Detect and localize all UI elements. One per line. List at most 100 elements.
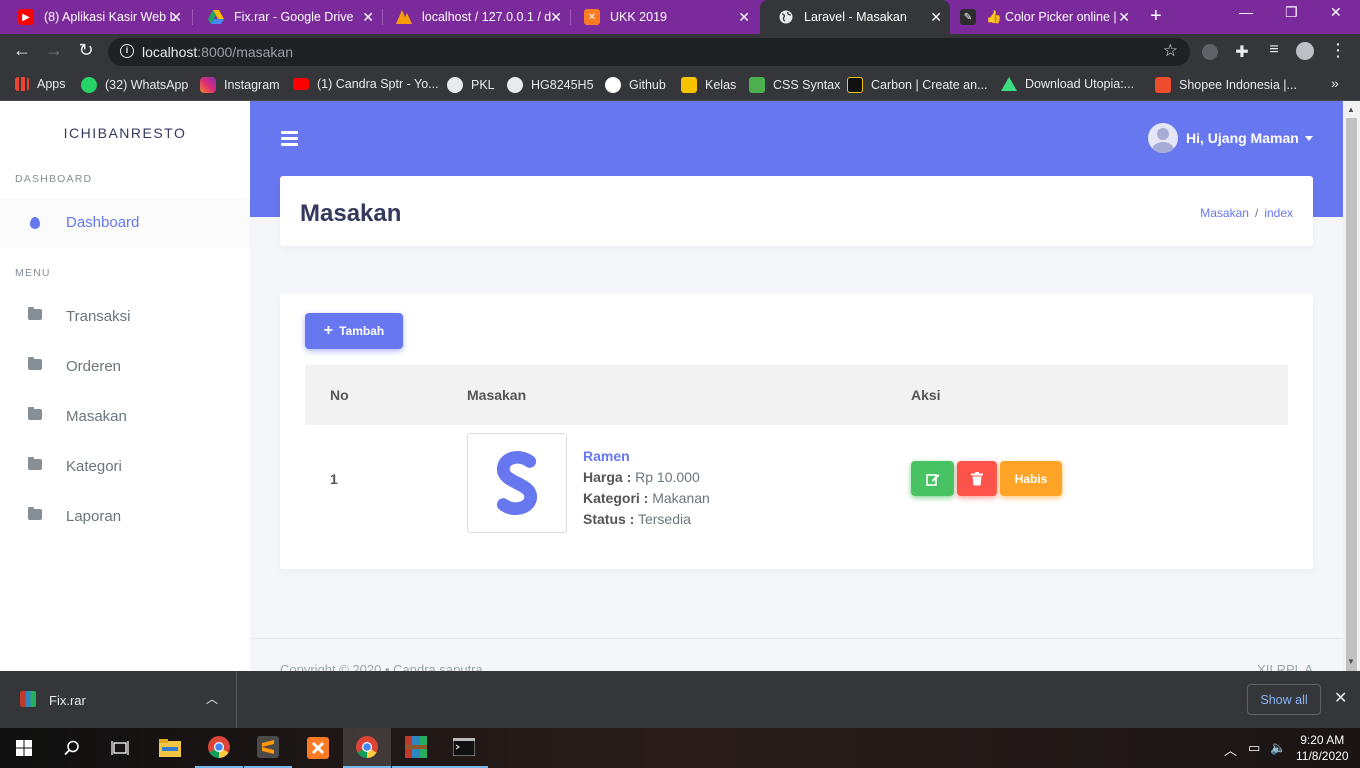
tab-google-drive[interactable]: Fix.rar - Google Drive ✕ <box>190 0 382 34</box>
tab-phpmyadmin[interactable]: localhost / 127.0.0.1 / d ✕ <box>378 0 570 34</box>
carbon-icon <box>847 77 863 93</box>
tray-overflow-icon[interactable]: ︿ <box>1224 740 1237 759</box>
reading-list-icon[interactable]: ≡ <box>1262 41 1286 59</box>
close-icon[interactable]: ✕ <box>362 9 374 26</box>
footer-copyright: Copyright © 2020 • Candra saputra <box>280 662 483 671</box>
edit-button[interactable] <box>911 461 954 496</box>
chevron-up-icon[interactable]: ︿ <box>206 690 218 707</box>
sublime-text-icon[interactable] <box>244 728 292 768</box>
forward-button[interactable]: → <box>42 40 66 61</box>
page-scrollbar[interactable]: ▲ ▼ <box>1343 101 1360 722</box>
bookmark-kelas[interactable]: Kelas <box>681 77 736 93</box>
winrar-file-icon <box>20 691 36 707</box>
folder-icon <box>28 407 42 420</box>
bookmark-css-syntax[interactable]: CSS Syntax <box>749 77 840 93</box>
network-icon[interactable]: ▭ <box>1248 740 1260 756</box>
bookmark-label: Download Utopia:... <box>1025 77 1135 91</box>
scrollbar-thumb[interactable] <box>1346 118 1357 722</box>
close-icon[interactable]: ✕ <box>930 9 942 26</box>
bookmark-hg8245h5[interactable]: HG8245H5 <box>507 77 594 93</box>
new-tab-button[interactable]: + <box>1150 5 1162 28</box>
tab-title: (8) Aplikasi Kasir Web L <box>44 10 177 24</box>
close-icon[interactable]: ✕ <box>550 9 562 26</box>
bookmark-label: Instagram <box>224 78 280 92</box>
close-icon[interactable]: ✕ <box>1118 9 1130 26</box>
delete-button[interactable] <box>957 461 997 496</box>
add-masakan-button[interactable]: + Tambah <box>305 313 403 349</box>
masakan-price: Harga : Rp 10.000 <box>583 469 700 485</box>
minimize-button[interactable]: — <box>1239 4 1253 20</box>
sidebar-item-orderen[interactable]: Orderen <box>0 342 250 392</box>
reload-button[interactable]: ↻ <box>74 40 98 61</box>
habis-label: Habis <box>1014 471 1048 486</box>
section-header: Masakan Masakan / index <box>280 176 1313 246</box>
mark-sold-out-button[interactable]: Habis <box>1000 461 1062 496</box>
tab-laravel-masakan[interactable]: Laravel - Masakan ✕ <box>760 0 950 34</box>
bookmark-carbon[interactable]: Carbon | Create an... <box>847 77 988 93</box>
shopee-icon <box>1155 77 1171 93</box>
close-icon[interactable]: ✕ <box>170 9 182 26</box>
whatsapp-icon <box>81 77 97 93</box>
extension-icon[interactable] <box>1202 44 1218 60</box>
user-greeting: Hi, Ujang Maman <box>1186 130 1299 146</box>
xampp-icon[interactable] <box>294 728 342 768</box>
sidebar-item-transaksi[interactable]: Transaksi <box>0 292 250 342</box>
sidebar-item-masakan[interactable]: Masakan <box>0 392 250 442</box>
bookmark-youtube[interactable]: (1) Candra Sptr - Yo... <box>293 77 439 91</box>
close-window-button[interactable]: ✕ <box>1330 4 1342 21</box>
task-view-icon[interactable] <box>96 728 144 768</box>
download-item[interactable]: Fix.rar ︿ <box>0 671 237 728</box>
chrome-taskbar-icon[interactable] <box>195 728 243 768</box>
bookmark-instagram[interactable]: Instagram <box>200 77 280 93</box>
sidebar-item-kategori[interactable]: Kategori <box>0 442 250 492</box>
sidebar-header-dashboard: DASHBOARD <box>15 173 93 185</box>
page-footer: Copyright © 2020 • Candra saputra XII RP… <box>250 638 1343 671</box>
back-button[interactable]: ← <box>10 40 34 61</box>
address-bar[interactable]: i localhost:8000/masakan ☆ <box>108 38 1190 66</box>
chrome-active-window-icon[interactable] <box>343 728 391 768</box>
url-text: localhost:8000/masakan <box>142 44 293 60</box>
close-icon[interactable]: ✕ <box>738 9 750 26</box>
scroll-up-icon[interactable]: ▲ <box>1347 105 1355 114</box>
show-all-downloads-button[interactable]: Show all <box>1247 684 1321 715</box>
page-title: Masakan <box>300 200 402 227</box>
volume-icon[interactable]: 🔈 <box>1270 740 1286 756</box>
bookmark-github[interactable]: Github <box>605 77 666 93</box>
extensions-puzzle-icon[interactable]: ✚ <box>1230 42 1254 62</box>
file-explorer-icon[interactable] <box>146 728 194 768</box>
bookmark-apps[interactable]: Apps <box>15 77 66 91</box>
sidebar-item-label: Orderen <box>66 358 122 375</box>
info-icon[interactable]: i <box>120 44 134 58</box>
restore-button[interactable]: ❐ <box>1285 4 1298 21</box>
masakan-name-link[interactable]: Ramen <box>583 448 630 464</box>
scroll-down-icon[interactable]: ▼ <box>1347 657 1355 666</box>
bookmarks-overflow-icon[interactable]: » <box>1331 75 1339 91</box>
sidebar-item-label: Laporan <box>66 508 122 525</box>
bookmark-pkl[interactable]: PKL <box>447 77 495 93</box>
close-download-bar-icon[interactable]: ✕ <box>1334 688 1347 708</box>
tab-color-picker[interactable]: ✎ 👍 Color Picker online | ✕ <box>942 0 1138 34</box>
user-dropdown[interactable]: Hi, Ujang Maman <box>1148 123 1313 153</box>
winrar-icon[interactable] <box>392 728 440 768</box>
brand-logo[interactable]: ICHIBANRESTO <box>0 125 250 141</box>
profile-avatar[interactable] <box>1296 42 1314 60</box>
hamburger-menu-icon[interactable] <box>281 131 298 146</box>
sidebar-item-laporan[interactable]: Laporan <box>0 492 250 542</box>
tab-title: localhost / 127.0.0.1 / d <box>422 10 552 24</box>
bookmark-whatsapp[interactable]: (32) WhatsApp <box>81 77 188 93</box>
windows-start-icon[interactable] <box>0 728 48 768</box>
bookmark-label: PKL <box>471 78 495 92</box>
bookmark-utopia[interactable]: Download Utopia:... <box>1001 77 1134 91</box>
search-icon[interactable] <box>48 728 96 768</box>
breadcrumb-item-masakan[interactable]: Masakan <box>1200 206 1249 220</box>
tab-ukk-2019[interactable]: ✕ UKK 2019 ✕ <box>566 0 758 34</box>
taskbar-clock[interactable]: 9:20 AM 11/8/2020 <box>1296 732 1349 764</box>
bookmark-star-icon[interactable]: ☆ <box>1163 41 1178 61</box>
tab-aplikasi-kasir[interactable]: ▶ (8) Aplikasi Kasir Web L ✕ <box>0 0 190 34</box>
sidebar-item-dashboard[interactable]: Dashboard <box>0 198 250 248</box>
bookmark-shopee[interactable]: Shopee Indonesia |... <box>1155 77 1297 93</box>
sidebar-item-label: Kategori <box>66 458 122 475</box>
command-prompt-icon[interactable] <box>440 728 488 768</box>
google-drive-icon <box>208 9 224 25</box>
browser-menu-icon[interactable]: ⋮ <box>1326 40 1350 61</box>
